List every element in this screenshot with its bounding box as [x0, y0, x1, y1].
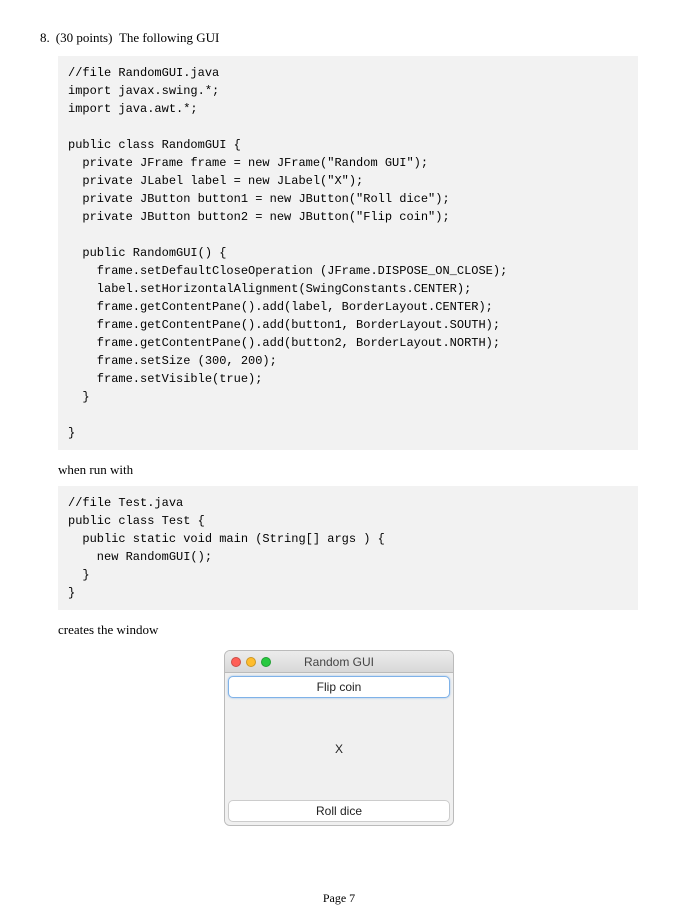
- minimize-icon[interactable]: [246, 657, 256, 667]
- question-points: (30 points): [56, 30, 113, 46]
- center-label: X: [228, 698, 450, 800]
- narrative-creates-window: creates the window: [58, 622, 638, 638]
- roll-dice-button[interactable]: Roll dice: [228, 800, 450, 822]
- question-number: 8.: [40, 30, 50, 46]
- close-icon[interactable]: [231, 657, 241, 667]
- code-block-test: //file Test.java public class Test { pub…: [58, 486, 638, 610]
- flip-coin-button[interactable]: Flip coin: [228, 676, 450, 698]
- code-block-randomgui: //file RandomGUI.java import javax.swing…: [58, 56, 638, 450]
- question-header: 8. (30 points) The following GUI: [40, 30, 638, 46]
- window-content: Flip coin X Roll dice: [225, 673, 453, 825]
- maximize-icon[interactable]: [261, 657, 271, 667]
- traffic-lights: [231, 657, 271, 667]
- narrative-when-run: when run with: [58, 462, 638, 478]
- question-intro: The following GUI: [119, 30, 219, 46]
- gui-window: Random GUI Flip coin X Roll dice: [224, 650, 454, 826]
- window-titlebar: Random GUI: [225, 651, 453, 673]
- page-footer: Page 7: [0, 891, 678, 906]
